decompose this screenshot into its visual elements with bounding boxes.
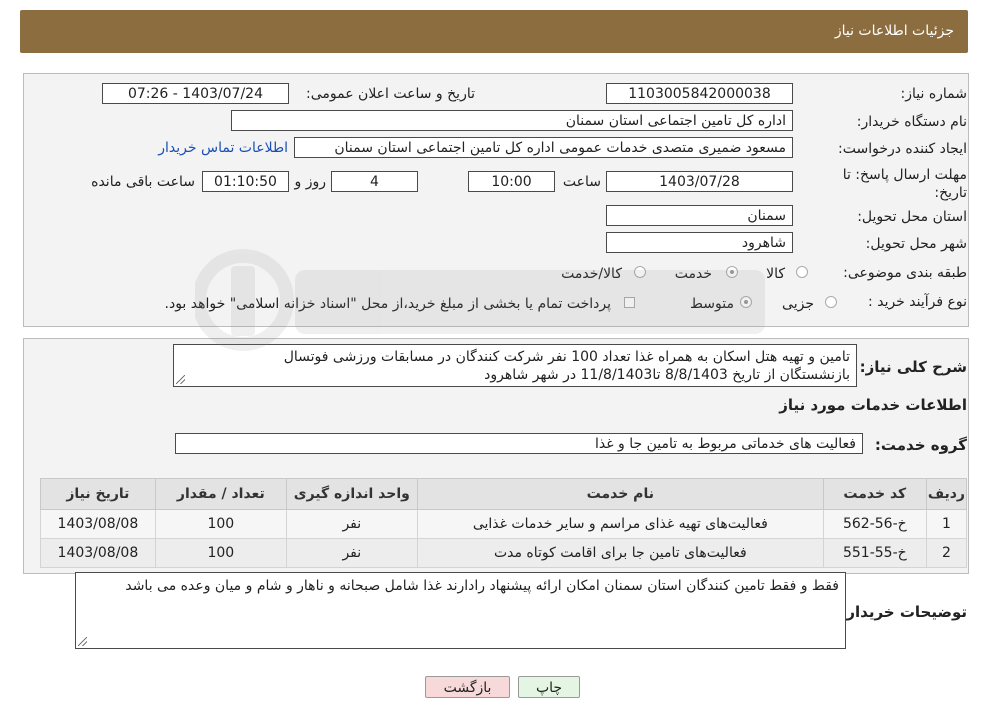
deadline-time-field: 10:00 [468,171,555,192]
purchase-medium-label: متوسط [690,296,734,312]
table-row: 2 خ-55-551 فعالیت‌های تامین جا برای اقام… [40,538,968,568]
service-name: فعالیت‌های تامین جا برای اقامت کوتاه مدت [416,538,824,568]
service-group-field: فعالیت های خدماتی مربوط به تامین جا و غذ… [175,433,863,454]
service-unit: نفر [285,509,418,539]
category-service-label: خدمت [674,266,712,282]
services-section-title: اطلاعات خدمات مورد نیاز [779,396,967,414]
city-field: شاهرود [606,232,793,253]
days-label: روز و [294,174,327,190]
summary-label: شرح کلی نیاز: [859,358,967,376]
city-label: شهر محل تحویل: [865,236,967,252]
page-title: جزئیات اطلاعات نیاز [834,23,954,39]
col-row: ردیف [925,478,968,510]
col-qty: تعداد / مقدار [154,478,287,510]
purchase-type-label: نوع فرآیند خرید : [868,294,967,310]
summary-line-1: تامین و تهیه هتل اسکان به همراه غذا تعدا… [283,349,850,365]
province-label: استان محل تحویل: [857,209,967,225]
service-unit: نفر [285,538,418,568]
creator-label: ایجاد کننده درخواست: [838,141,967,157]
buyer-org-field: اداره کل تامین اجتماعی استان سمنان [231,110,793,131]
category-goods-label: کالا [766,266,785,282]
service-date: 1403/08/08 [40,538,156,568]
row-number: 2 [925,538,968,568]
buyer-org-label: نام دستگاه خریدار: [856,114,967,130]
service-qty: 100 [154,509,287,539]
category-goods-service-label: کالا/خدمت [561,266,622,282]
purchase-minor-radio[interactable] [825,296,837,308]
need-number-label: شماره نیاز: [900,86,968,102]
purchase-minor-label: جزیی [782,296,814,312]
table-row: 1 خ-56-562 فعالیت‌های تهیه غذای مراسم و … [40,509,968,539]
days-field: 4 [331,171,418,192]
buyer-contact-link[interactable]: اطلاعات تماس خریدار [158,140,288,156]
treasury-note: پرداخت تمام یا بخشی از مبلغ خرید،از محل … [164,296,611,312]
announce-label: تاریخ و ساعت اعلان عمومی: [306,86,475,102]
service-name: فعالیت‌های تهیه غذای مراسم و سایر خدمات … [416,509,824,539]
deadline-date-field: 1403/07/28 [606,171,793,192]
buyer-notes-text: فقط و فقط تامین کنندگان استان سمنان امکا… [125,578,839,594]
summary-line-2: بازنشستگان از تاریخ 8/8/1403 تا11/8/1403… [484,367,850,383]
remaining-time-field: 01:10:50 [202,171,289,192]
resize-grip-icon[interactable] [176,375,185,384]
resize-grip-icon[interactable] [78,637,87,646]
col-name: نام خدمت [416,478,824,510]
buyer-notes-label: توضیحات خریدار: [840,603,967,621]
col-code: کد خدمت [822,478,927,510]
category-service-radio[interactable] [726,266,738,278]
service-code: خ-55-551 [822,538,927,568]
deadline-time-label: ساعت [562,174,601,190]
services-table: ردیف کد خدمت نام خدمت واحد اندازه گیری ت… [40,478,968,568]
service-date: 1403/08/08 [40,509,156,539]
province-field: سمنان [606,205,793,226]
category-goods-radio[interactable] [796,266,808,278]
category-label: طبقه بندی موضوعی: [843,265,967,281]
print-button[interactable]: چاپ [518,676,580,698]
buyer-notes-textarea[interactable]: فقط و فقط تامین کنندگان استان سمنان امکا… [75,572,846,649]
col-date: تاریخ نیاز [40,478,156,510]
summary-textarea[interactable]: تامین و تهیه هتل اسکان به همراه غذا تعدا… [173,344,857,387]
remaining-label: ساعت باقی مانده [91,174,195,190]
col-unit: واحد اندازه گیری [285,478,418,510]
announce-field: 1403/07/24 - 07:26 [102,83,289,104]
creator-field: مسعود ضمیری متصدی خدمات عمومی اداره کل ت… [294,137,793,158]
back-button[interactable]: بازگشت [425,676,510,698]
row-number: 1 [925,509,968,539]
purchase-medium-radio[interactable] [740,296,752,308]
need-number-field: 1103005842000038 [606,83,793,104]
treasury-checkbox[interactable] [624,297,635,308]
service-group-label: گروه خدمت: [874,436,967,454]
service-qty: 100 [154,538,287,568]
deadline-label: مهلت ارسال پاسخ: تا تاریخ: [842,167,967,201]
service-code: خ-56-562 [822,509,927,539]
category-goods-service-radio[interactable] [634,266,646,278]
page-header: جزئیات اطلاعات نیاز [20,10,968,53]
